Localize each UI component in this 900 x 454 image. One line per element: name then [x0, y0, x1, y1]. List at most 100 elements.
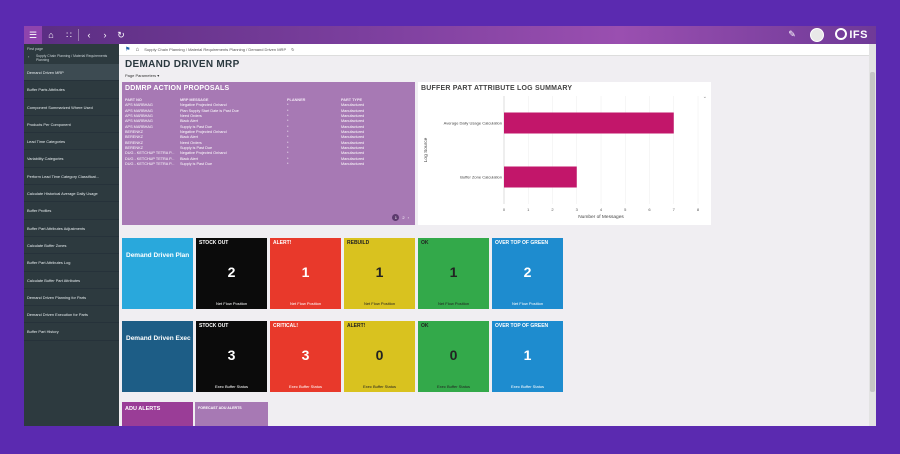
bar: [504, 166, 577, 188]
sidebar-path[interactable]: ‹ Supply Chain Planning / Material Requir…: [24, 51, 119, 64]
navigator-sidebar: First page ‹ Supply Chain Planning / Mate…: [24, 44, 119, 426]
tile-value: 2: [523, 264, 532, 280]
tile-foot: Net Flow Position: [437, 301, 470, 306]
execution-status-tile[interactable]: ALERT! 0 Exec Buffer Status: [344, 321, 415, 392]
menu-icon[interactable]: ☰: [24, 26, 42, 44]
demand-driven-execution-tile[interactable]: Demand Driven Exec: [122, 321, 193, 392]
planning-status-tile[interactable]: STOCK OUT 2 Net Flow Position: [196, 238, 267, 309]
sidebar-item[interactable]: Demand Driven MRP: [24, 64, 119, 82]
tile-title: OK: [421, 323, 429, 329]
planning-status-tile[interactable]: OVER TOP OF GREEN 2 Net Flow Position: [492, 238, 563, 309]
top-navigation-bar: ☰ ⌂ ∷ ‹ › ↻ ✎ IFS: [24, 26, 876, 44]
sidebar-item[interactable]: Buffer Part History: [24, 323, 119, 341]
tile-value: 0: [449, 347, 458, 363]
table-row[interactable]: DUG - KETCHUP TETRA P... Supply is Past D…: [125, 162, 410, 167]
adu-alerts-tile[interactable]: ADU ALERTS: [122, 402, 193, 426]
x-tick-label: 2: [551, 207, 554, 212]
ddmrp-action-proposals-panel: DDMRP ACTION PROPOSALS PART NO MRP MESSAG…: [122, 82, 415, 225]
bookmark-icon[interactable]: ⚑: [125, 47, 130, 53]
sidebar-item[interactable]: Buffer Part Attributes Log: [24, 254, 119, 272]
sidebar-item[interactable]: Demand Driven Execution for Parts: [24, 306, 119, 324]
sidebar-item[interactable]: Perform Lead Time Category Classificat..…: [24, 168, 119, 186]
execution-status-tile[interactable]: OK 0 Exec Buffer Status: [418, 321, 489, 392]
x-axis-label: Number of Messages: [578, 214, 624, 220]
tile-title: STOCK OUT: [199, 323, 229, 329]
tile-foot: Exec Buffer Status: [214, 384, 249, 389]
execution-status-tile[interactable]: CRITICAL! 3 Exec Buffer Status: [270, 321, 341, 392]
x-tick-label: 8: [697, 207, 700, 212]
tile-value: 0: [375, 347, 384, 363]
execution-tile-title: Demand Driven Exec: [126, 335, 191, 342]
execution-status-tile[interactable]: STOCK OUT 3 Exec Buffer Status: [196, 321, 267, 392]
breadcrumb-path[interactable]: Supply Chain Planning / Material Require…: [144, 47, 286, 52]
sidebar-item[interactable]: Demand Driven Planning for Parts: [24, 289, 119, 307]
sidebar-item[interactable]: Calculate Buffer Part Attributes: [24, 272, 119, 289]
sidebar-item[interactable]: Buffer Part Attributes Adjustments: [24, 220, 119, 237]
tile-value: 3: [227, 347, 236, 363]
page-2-button[interactable]: 2: [402, 215, 404, 220]
tile-foot: Exec Buffer Status: [510, 384, 545, 389]
tile-value: 1: [301, 264, 310, 280]
tile-title: OVER TOP OF GREEN: [495, 240, 549, 246]
tile-foot: Exec Buffer Status: [436, 384, 471, 389]
ifs-logo: IFS: [835, 28, 868, 42]
forecast-adu-alerts-title: FORECAST ADU ALERTS: [198, 406, 242, 410]
x-tick-label: 3: [576, 207, 579, 212]
buffer-log-bar-chart: 0 1 2 3 4 5 6 7 8 Average Daily Usage Calculation…: [423, 96, 700, 220]
tile-value: 2: [227, 264, 236, 280]
table-cell: Supply is Past Due: [180, 162, 213, 167]
sidebar-item[interactable]: Calculate Buffer Zones: [24, 237, 119, 255]
buffer-log-chart-panel: BUFFER PART ATTRIBUTE LOG SUMMARY ⌄ 0123…: [418, 82, 711, 225]
sidebar-item[interactable]: Buffer Parts Attributes: [24, 81, 119, 99]
tile-title: ALERT!: [347, 323, 366, 329]
sidebar-item[interactable]: Products Per Component: [24, 116, 119, 134]
y-axis-label: Log Source: [423, 137, 429, 162]
next-page-icon[interactable]: ›: [408, 215, 409, 220]
adu-alerts-title: ADU ALERTS: [125, 406, 161, 412]
demand-driven-planning-tile[interactable]: Demand Driven Plan: [122, 238, 193, 309]
planning-status-tile[interactable]: ALERT! 1 Net Flow Position: [270, 238, 341, 309]
tile-foot: Net Flow Position: [215, 301, 248, 306]
sidebar-item[interactable]: Component Summarized Where Used: [24, 99, 119, 116]
table-cell: Manufactured: [341, 162, 365, 167]
chevron-left-icon: ‹: [28, 54, 30, 59]
refresh-small-icon[interactable]: ↻: [291, 47, 294, 52]
page-scrollbar[interactable]: [869, 44, 876, 426]
tile-value: 1: [449, 264, 458, 280]
refresh-icon[interactable]: ↻: [112, 26, 130, 44]
forecast-adu-alerts-tile[interactable]: FORECAST ADU ALERTS: [195, 402, 268, 426]
planning-tile-title: Demand Driven Plan: [126, 252, 190, 259]
table-cell: *: [287, 162, 289, 167]
page-1-button[interactable]: 1: [392, 214, 400, 221]
sidebar-item[interactable]: Buffer Profiles: [24, 202, 119, 220]
ifs-logo-icon: [835, 28, 848, 40]
sidebar-item[interactable]: Calculate Historical Average Daily Usage: [24, 185, 119, 203]
x-tick-label: 5: [624, 207, 627, 212]
page-title: DEMAND DRIVEN MRP: [125, 59, 240, 70]
table-cell: DUG - KETCHUP TETRA P...: [125, 162, 175, 167]
x-tick-label: 6: [648, 207, 651, 212]
page-parameters-dropdown[interactable]: Page Parameters ▾: [125, 73, 159, 78]
ddmrp-panel-title: DDMRP ACTION PROPOSALS: [125, 85, 230, 92]
sidebar-item[interactable]: Lead Time Categories: [24, 133, 119, 151]
x-tick-label: 4: [600, 207, 603, 212]
scrollbar-thumb[interactable]: [870, 72, 875, 392]
edit-page-icon[interactable]: ✎: [786, 29, 798, 40]
planning-status-tile[interactable]: OK 1 Net Flow Position: [418, 238, 489, 309]
home-icon[interactable]: ⌂: [42, 26, 60, 44]
tile-foot: Net Flow Position: [511, 301, 544, 306]
page-parameters-label: Page Parameters: [125, 73, 157, 78]
sidebar-item[interactable]: Variability Categories: [24, 150, 119, 168]
tile-value: 1: [375, 264, 384, 280]
x-tick-label: 1: [527, 207, 530, 212]
sidebar-first-page-link[interactable]: First page: [24, 44, 119, 51]
apps-grid-icon[interactable]: ∷: [60, 26, 78, 44]
y-tick-label: Buffer Zone Calculation: [460, 175, 502, 180]
brand-label: IFS: [849, 29, 868, 41]
ddmrp-table: PART NO MRP MESSAGE PLANNER PART TYPE APS MA…: [125, 98, 410, 167]
home-small-icon[interactable]: ⌂: [136, 47, 140, 53]
avatar[interactable]: [810, 28, 824, 42]
execution-status-tile[interactable]: OVER TOP OF GREEN 1 Exec Buffer Status: [492, 321, 563, 392]
tile-title: OK: [421, 240, 429, 246]
planning-status-tile[interactable]: REBUILD 1 Net Flow Position: [344, 238, 415, 309]
